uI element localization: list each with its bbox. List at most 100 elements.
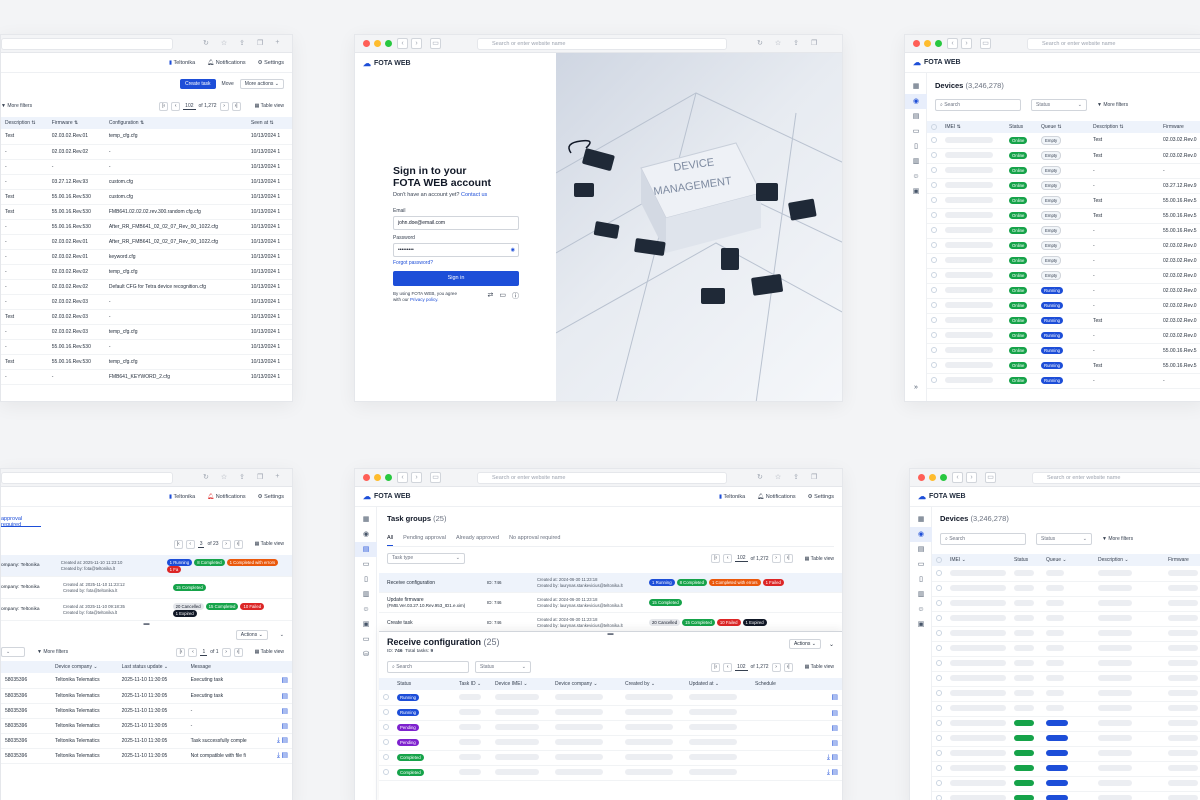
company-selector[interactable]: ▮ Teltonika: [169, 494, 195, 500]
tabs-icon[interactable]: ❐: [811, 39, 817, 47]
table-row[interactable]: 58035396 Teltonika Telematics 2025-11-10 1…: [1, 673, 292, 689]
row-checkbox[interactable]: [936, 735, 942, 742]
search-input[interactable]: ⌕ Search: [387, 661, 469, 673]
document-icon[interactable]: ▤: [831, 725, 838, 732]
table-icon[interactable]: ▣: [905, 184, 927, 199]
status-select[interactable]: ⌄: [1, 647, 25, 657]
table-row[interactable]: Running ▤: [379, 690, 842, 706]
last-page-icon[interactable]: ›|: [783, 662, 793, 672]
last-page-icon[interactable]: ›|: [233, 647, 243, 657]
table-row[interactable]: Online Empty - -: [927, 163, 1200, 179]
col-device-company[interactable]: Device company ⌄: [551, 678, 621, 690]
table-row[interactable]: Pending ▤: [379, 735, 842, 751]
table-icon[interactable]: ▣: [355, 617, 377, 632]
minimize-window-icon[interactable]: [374, 474, 381, 481]
download-icon[interactable]: ⤓: [827, 754, 830, 761]
minimize-window-icon[interactable]: [374, 40, 381, 47]
sign-in-button[interactable]: Sign in: [393, 271, 519, 286]
document-icon[interactable]: ▤: [281, 737, 288, 744]
table-row[interactable]: [932, 791, 1200, 800]
row-checkbox[interactable]: [931, 347, 937, 354]
document-icon[interactable]: ▤: [281, 752, 288, 759]
sidebar-toggle-icon[interactable]: ▭: [430, 472, 441, 483]
page-number[interactable]: 102: [183, 103, 196, 110]
prev-page-icon[interactable]: ‹: [171, 101, 181, 111]
document-icon[interactable]: ▤: [831, 740, 838, 747]
row-checkbox[interactable]: [936, 645, 942, 652]
table-row[interactable]: Online Empty -02.03.02.Rev.0: [927, 268, 1200, 284]
table-row[interactable]: Online Running -02.03.02.Rev.0: [927, 328, 1200, 344]
table-row[interactable]: [932, 581, 1200, 597]
address-bar[interactable]: Search or enter website name: [477, 38, 727, 50]
task-group-item[interactable]: ompany: Teltonika Created at: 2025-11-10 …: [1, 577, 292, 599]
col-status[interactable]: Status: [393, 678, 455, 690]
back-icon[interactable]: ‹: [397, 38, 408, 49]
document-icon[interactable]: ▤: [831, 710, 838, 717]
row-checkbox[interactable]: [931, 332, 937, 339]
table-row[interactable]: [932, 776, 1200, 792]
status-select[interactable]: Status ⌄: [1036, 533, 1092, 545]
col-queue[interactable]: Queue ⇅: [1037, 121, 1089, 133]
close-window-icon[interactable]: [363, 474, 370, 481]
row-checkbox[interactable]: [931, 302, 937, 309]
table-row[interactable]: 58035396 Teltonika Telematics 2025-11-10 1…: [1, 733, 292, 749]
collapse-icon[interactable]: ⌄: [829, 641, 834, 648]
download-icon[interactable]: ⤓: [277, 752, 280, 759]
table-row[interactable]: [932, 641, 1200, 657]
download-icon[interactable]: ⤓: [277, 737, 280, 744]
table-row[interactable]: 58035396 Teltonika Telematics 2025-11-10 1…: [1, 688, 292, 704]
tabs-icon[interactable]: ❐: [257, 39, 263, 47]
companies-icon[interactable]: ▥: [355, 587, 377, 602]
contact-us-link[interactable]: Contact us: [461, 192, 487, 198]
dashboard-icon[interactable]: ▦: [910, 512, 932, 527]
table-row[interactable]: [932, 626, 1200, 642]
tasks-icon[interactable]: ▤: [355, 542, 377, 557]
table-row[interactable]: Test 55.00.16.Rev.530 custom.cfg 10/13/2024…: [1, 189, 292, 205]
next-page-icon[interactable]: ›: [219, 101, 229, 111]
prev-page-icon[interactable]: ‹: [723, 662, 733, 672]
page-number[interactable]: 102: [735, 664, 748, 671]
chat-icon[interactable]: ▭: [499, 291, 506, 303]
row-checkbox[interactable]: [931, 272, 937, 279]
database-icon[interactable]: ⛁: [355, 647, 377, 662]
table-row[interactable]: Test 02.03.02.Rev.01 temp_cfg.cfg 10/13/202…: [1, 129, 292, 145]
row-checkbox[interactable]: [936, 705, 942, 712]
table-view-button[interactable]: ▦ Table view: [805, 556, 834, 562]
next-page-icon[interactable]: ›: [771, 662, 781, 672]
table-view-button[interactable]: ▦ Table view: [255, 649, 284, 655]
col-status[interactable]: Status: [1010, 554, 1042, 566]
row-checkbox[interactable]: [383, 694, 389, 701]
table-row[interactable]: [932, 611, 1200, 627]
table-row[interactable]: Online Empty Test 02.03.02.Rev.0: [927, 133, 1200, 149]
reload-icon[interactable]: ↻: [757, 39, 763, 47]
row-checkbox[interactable]: [936, 675, 942, 682]
maximize-window-icon[interactable]: [935, 40, 942, 47]
col-updated-at[interactable]: Updated at ⌄: [685, 678, 751, 690]
table-row[interactable]: Online Running -55.00.16.Rev.5: [927, 343, 1200, 359]
company-selector[interactable]: ▮ Teltonika: [169, 60, 195, 66]
password-field[interactable]: ••••••••• ◉: [393, 243, 519, 257]
row-checkbox[interactable]: [931, 212, 937, 219]
row-checkbox[interactable]: [931, 182, 937, 189]
table-row[interactable]: Online Running Test 02.03.02.Rev.0: [927, 313, 1200, 329]
tabs-icon[interactable]: ❐: [257, 473, 263, 481]
share-icon[interactable]: ⇪: [793, 39, 799, 47]
table-row[interactable]: Online Running Test 55.00.16.Rev.5: [927, 358, 1200, 374]
row-checkbox[interactable]: [931, 242, 937, 249]
reload-icon[interactable]: ↻: [757, 473, 763, 481]
table-row[interactable]: Online Empty Test 02.03.02.Rev.0: [927, 148, 1200, 164]
files-icon[interactable]: ▯: [905, 139, 927, 154]
col-description[interactable]: Description ⇅: [1089, 121, 1159, 133]
col-task-id[interactable]: Task ID ⌄: [455, 678, 491, 690]
table-row[interactable]: Online Empty Test 55.00.16.Rev.5: [927, 193, 1200, 209]
row-checkbox[interactable]: [383, 754, 389, 761]
prev-page-icon[interactable]: ‹: [185, 539, 195, 549]
row-checkbox[interactable]: [931, 137, 937, 144]
col-schedule[interactable]: Schedule: [751, 678, 842, 690]
tabs-icon[interactable]: ❐: [811, 473, 817, 481]
row-checkbox[interactable]: [936, 600, 942, 607]
maximize-window-icon[interactable]: [385, 474, 392, 481]
tab-all[interactable]: All: [387, 535, 394, 546]
col-configuration[interactable]: Configuration ⇅: [104, 117, 247, 129]
more-filters-button[interactable]: ▼ More filters: [1, 103, 32, 109]
